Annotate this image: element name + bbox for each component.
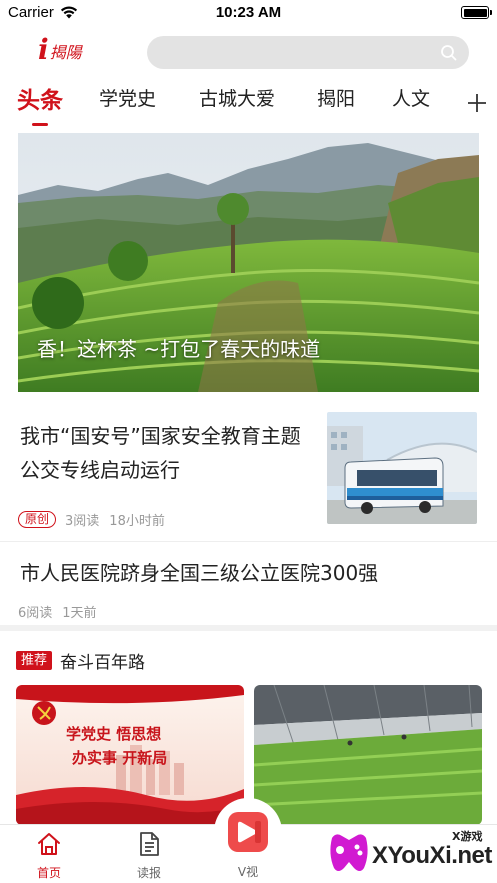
recommend-header: 推荐 奋斗百年路 (16, 648, 145, 673)
tab-jieyang[interactable]: 揭阳 (317, 84, 355, 111)
read-count: 3阅读 (65, 514, 100, 529)
tab-party-history[interactable]: 学党史 (99, 84, 156, 111)
gamepad-logo-icon (330, 834, 368, 871)
app-header: i 揭陽 (0, 30, 497, 78)
tab-ancient-city[interactable]: 古城大爱 (199, 84, 275, 111)
read-count: 6阅读 (18, 606, 53, 621)
hero-banner[interactable]: 香！这杯茶 ~打包了春天的味道 (18, 133, 479, 392)
nav-reader[interactable]: 读报 (119, 825, 179, 883)
card-title-line2: 办实事 开新局 (72, 749, 168, 767)
logo-text: 揭陽 (49, 43, 82, 62)
active-tab-indicator (32, 123, 48, 126)
recommend-card[interactable] (254, 685, 482, 825)
watermark-small-text: X游戏 (452, 830, 483, 843)
publish-time: 1天前 (62, 606, 97, 621)
original-badge: 原创 (18, 511, 57, 528)
tab-culture[interactable]: 人文 (392, 84, 430, 111)
hero-caption: 香！这杯茶 ~打包了春天的味道 (37, 337, 321, 361)
status-time: 10:23 AM (215, 4, 282, 21)
add-channel-icon[interactable] (466, 92, 488, 114)
news-meta: 6阅读 1天前 (18, 602, 97, 621)
video-play-icon (228, 812, 268, 852)
card-title-line1: 学党史 悟思想 (66, 725, 162, 743)
tab-headlines[interactable]: 头条 (17, 81, 63, 115)
channel-tabs: 头条 学党史 古城大爱 揭阳 人文 (0, 84, 497, 128)
document-icon (140, 832, 159, 856)
app-logo[interactable]: i 揭陽 (38, 36, 82, 64)
nav-home-label: 首页 (36, 866, 61, 880)
logo-mark: i (38, 33, 49, 66)
section-divider (0, 625, 497, 631)
watermark-text: XYouXi.net (372, 842, 492, 869)
search-icon[interactable] (440, 44, 457, 61)
news-title: 市人民医院跻身全国三级公立医院300强 (20, 561, 379, 585)
recommend-card[interactable]: 学党史 悟思想 办实事 开新局 (16, 685, 244, 825)
video-tab-button[interactable] (214, 798, 282, 866)
news-item[interactable]: 我市“国安号”国家安全教育主题公交专线启动运行 原创 3阅读 18小时前 (0, 392, 497, 542)
news-thumbnail (327, 412, 477, 524)
battery-icon (461, 6, 492, 19)
status-bar: Carrier 10:23 AM (0, 0, 497, 26)
recommend-tag: 推荐 (16, 651, 53, 670)
nav-home[interactable]: 首页 (19, 825, 79, 883)
greenhouse-tea-image (254, 685, 482, 825)
news-title: 我市“国安号”国家安全教育主题公交专线启动运行 (20, 424, 301, 482)
publish-time: 18小时前 (109, 514, 165, 529)
news-meta: 原创 3阅读 18小时前 (18, 510, 165, 529)
search-input[interactable] (147, 36, 469, 69)
news-item[interactable]: 市人民医院跻身全国三级公立医院300强 6阅读 1天前 (0, 543, 497, 625)
recommend-title[interactable]: 奋斗百年路 (60, 648, 145, 673)
nav-video-label: V视 (237, 865, 259, 879)
site-watermark: XYouXi.net X游戏 (324, 826, 494, 880)
home-icon (38, 833, 60, 855)
nav-reader-label: 读报 (136, 866, 161, 880)
